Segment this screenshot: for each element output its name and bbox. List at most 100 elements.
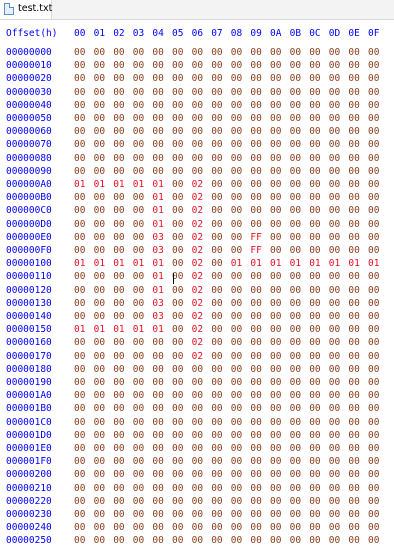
byte-cell[interactable]: 00 — [172, 100, 183, 112]
byte-cell[interactable]: 00 — [270, 536, 281, 547]
byte-cell[interactable]: 00 — [270, 338, 281, 349]
byte-cell[interactable]: 00 — [290, 404, 301, 415]
byte-cell[interactable]: 00 — [309, 457, 320, 468]
byte-cell[interactable]: 00 — [172, 430, 183, 442]
byte-cell[interactable]: 01 — [74, 259, 85, 270]
byte-cell[interactable]: 00 — [172, 417, 183, 429]
byte-cell[interactable]: 00 — [368, 219, 379, 231]
byte-cell[interactable]: 01 — [231, 259, 242, 270]
byte-cell[interactable]: 00 — [74, 351, 85, 363]
byte-cell[interactable]: 00 — [133, 127, 144, 138]
byte-cell[interactable]: 00 — [309, 523, 320, 534]
byte-cell[interactable]: 00 — [94, 100, 105, 112]
byte-cell[interactable]: 00 — [348, 61, 359, 72]
byte-cell[interactable]: 00 — [368, 285, 379, 297]
byte-cell[interactable]: 00 — [290, 298, 301, 310]
byte-cell[interactable]: 00 — [152, 470, 163, 481]
byte-cell[interactable]: 00 — [348, 364, 359, 376]
byte-cell[interactable]: 00 — [250, 483, 261, 495]
byte-cell[interactable]: 00 — [94, 430, 105, 442]
byte-cell[interactable]: 00 — [270, 509, 281, 521]
byte-cell[interactable]: 01 — [152, 206, 163, 217]
byte-cell[interactable]: 00 — [74, 153, 85, 165]
byte-cell[interactable]: 00 — [192, 100, 203, 112]
byte-cell[interactable]: 00 — [368, 47, 379, 59]
byte-cell[interactable]: 00 — [348, 325, 359, 336]
byte-cell[interactable]: 00 — [329, 61, 340, 72]
byte-cell[interactable]: 01 — [329, 259, 340, 270]
byte-cell[interactable]: 00 — [290, 523, 301, 534]
byte-cell[interactable]: 00 — [348, 74, 359, 85]
byte-cell[interactable]: 00 — [74, 457, 85, 468]
byte-cell[interactable]: 00 — [250, 285, 261, 297]
byte-cell[interactable]: 00 — [152, 404, 163, 415]
byte-cell[interactable]: 00 — [368, 179, 379, 191]
byte-cell[interactable]: 00 — [133, 245, 144, 257]
byte-cell[interactable]: 00 — [211, 47, 222, 59]
byte-cell[interactable]: 00 — [152, 166, 163, 178]
byte-cell[interactable]: 00 — [133, 509, 144, 521]
byte-cell[interactable]: 00 — [231, 404, 242, 415]
byte-cell[interactable]: 00 — [270, 74, 281, 85]
byte-cell[interactable]: 00 — [172, 87, 183, 99]
byte-cell[interactable]: 00 — [290, 153, 301, 165]
byte-cell[interactable]: 00 — [152, 377, 163, 389]
byte-cell[interactable]: 00 — [113, 364, 124, 376]
byte-cell[interactable]: 00 — [172, 193, 183, 204]
byte-cell[interactable]: 00 — [133, 536, 144, 547]
byte-cell[interactable]: 00 — [172, 206, 183, 217]
byte-cell[interactable]: 00 — [329, 470, 340, 481]
byte-cell[interactable]: 00 — [348, 140, 359, 151]
byte-cell[interactable]: 00 — [211, 483, 222, 495]
byte-cell[interactable]: 03 — [152, 245, 163, 257]
byte-cell[interactable]: 00 — [192, 470, 203, 481]
byte-cell[interactable]: 00 — [94, 127, 105, 138]
byte-cell[interactable]: 00 — [368, 298, 379, 310]
byte-cell[interactable]: 00 — [329, 272, 340, 283]
byte-cell[interactable]: 00 — [368, 113, 379, 125]
byte-cell[interactable]: 00 — [94, 272, 105, 283]
byte-cell[interactable]: 00 — [309, 404, 320, 415]
byte-cell[interactable]: 00 — [231, 496, 242, 508]
byte-cell[interactable]: 00 — [211, 245, 222, 257]
byte-cell[interactable]: 00 — [113, 61, 124, 72]
byte-cell[interactable]: 00 — [348, 219, 359, 231]
byte-cell[interactable]: 00 — [329, 523, 340, 534]
byte-cell[interactable]: 00 — [231, 272, 242, 283]
byte-cell[interactable]: 00 — [231, 179, 242, 191]
byte-cell[interactable]: 00 — [368, 470, 379, 481]
byte-cell[interactable]: 00 — [270, 311, 281, 323]
byte-cell[interactable]: 00 — [368, 377, 379, 389]
byte-cell[interactable]: 00 — [348, 351, 359, 363]
byte-cell[interactable]: 00 — [133, 100, 144, 112]
byte-cell[interactable]: 00 — [113, 166, 124, 178]
byte-cell[interactable]: 00 — [133, 61, 144, 72]
byte-cell[interactable]: 00 — [348, 100, 359, 112]
byte-cell[interactable]: 00 — [309, 470, 320, 481]
byte-cell[interactable]: 00 — [290, 483, 301, 495]
byte-cell[interactable]: 00 — [290, 325, 301, 336]
byte-cell[interactable]: 03 — [152, 232, 163, 244]
byte-cell[interactable]: 00 — [113, 47, 124, 59]
byte-cell[interactable]: 02 — [192, 351, 203, 363]
byte-cell[interactable]: 00 — [368, 430, 379, 442]
byte-cell[interactable]: 00 — [329, 496, 340, 508]
byte-cell[interactable]: 00 — [329, 536, 340, 547]
byte-cell[interactable]: 00 — [270, 272, 281, 283]
byte-cell[interactable]: 00 — [74, 272, 85, 283]
byte-cell[interactable]: 00 — [368, 311, 379, 323]
byte-cell[interactable]: 00 — [231, 100, 242, 112]
byte-cell[interactable]: 00 — [94, 285, 105, 297]
byte-cell[interactable]: 00 — [74, 536, 85, 547]
byte-cell[interactable]: 00 — [368, 61, 379, 72]
byte-cell[interactable]: 00 — [250, 100, 261, 112]
byte-cell[interactable]: 00 — [309, 166, 320, 178]
byte-cell[interactable]: 00 — [192, 87, 203, 99]
byte-cell[interactable]: 00 — [94, 153, 105, 165]
byte-cell[interactable]: 00 — [152, 417, 163, 429]
byte-cell[interactable]: 00 — [231, 364, 242, 376]
byte-cell[interactable]: 00 — [348, 127, 359, 138]
byte-cell[interactable]: 00 — [94, 496, 105, 508]
byte-cell[interactable]: 00 — [309, 285, 320, 297]
byte-cell[interactable]: 02 — [192, 206, 203, 217]
